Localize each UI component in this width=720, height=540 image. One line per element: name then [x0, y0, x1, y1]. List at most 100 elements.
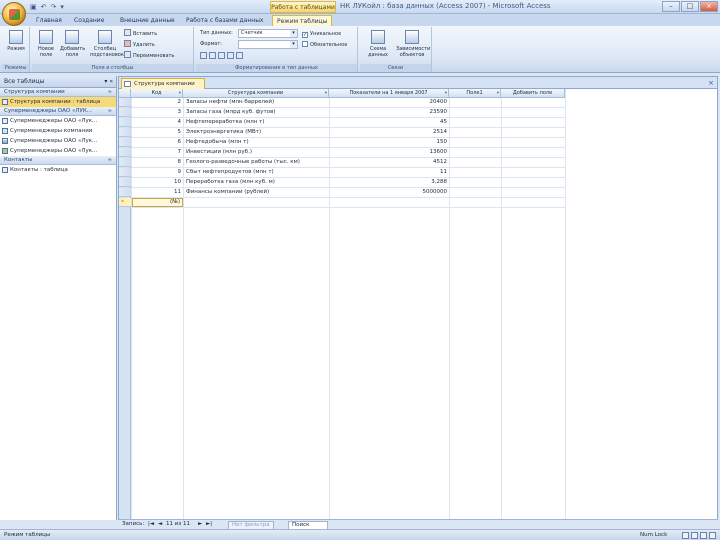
cell-indicator[interactable]: 2514 — [330, 128, 449, 137]
redo-icon[interactable]: ↷ — [51, 2, 57, 12]
tab-datasheet[interactable]: Режим таблицы — [272, 15, 333, 26]
lookup-column-button[interactable]: Столбец подстановок — [90, 29, 124, 63]
nav-item-structure-table[interactable]: Структура компании : таблица — [0, 97, 116, 107]
current-record-field[interactable]: 11 из 11 — [166, 520, 190, 529]
decrease-decimals-icon[interactable] — [236, 52, 243, 59]
cell-indicator[interactable]: 23590 — [330, 108, 449, 117]
cell-structure[interactable]: Электроэнергетика (МВт) — [184, 128, 329, 137]
save-icon[interactable]: ▣ — [30, 2, 37, 12]
cell-structure[interactable]: Запасы газа (млрд куб. футов) — [184, 108, 329, 117]
cell-structure[interactable]: Нефтепереработка (млн т) — [184, 118, 329, 127]
cell-structure[interactable]: Геолого-разведочные работы (тыс. км) — [184, 158, 329, 167]
last-record-button[interactable]: ►| — [206, 520, 212, 529]
cell-structure[interactable]: Нефтедобыча (млн т) — [184, 138, 329, 147]
column-header-id[interactable]: Код ▾ — [131, 89, 183, 98]
document-tab[interactable]: Структура компании — [121, 78, 205, 89]
pivot-table-view-icon[interactable] — [691, 532, 698, 539]
column-header-add-field[interactable]: Добавить поле — [501, 89, 565, 98]
column-header-field1[interactable]: Поле1 ▾ — [449, 89, 501, 98]
nav-section-contacts[interactable]: Контакты ≈ — [0, 156, 116, 165]
cell-field1[interactable] — [450, 158, 501, 167]
cell-field1[interactable] — [450, 148, 501, 157]
cell-structure[interactable]: Запасы нефти (млн баррелей) — [184, 98, 329, 107]
cell-indicator[interactable]: 150 — [330, 138, 449, 147]
nav-item-supermanagers-query[interactable]: Суперменеджеры компании — [0, 126, 116, 136]
delete-button[interactable]: Удалить — [124, 40, 155, 49]
record-selector[interactable] — [119, 178, 131, 187]
record-selector[interactable] — [119, 168, 131, 177]
pivot-chart-view-icon[interactable] — [700, 532, 707, 539]
cell-indicator[interactable]: 3,288 — [330, 178, 449, 187]
cell-id[interactable]: 3 — [132, 108, 183, 117]
cell-id[interactable]: 7 — [132, 148, 183, 157]
nav-section-supermanagers[interactable]: Суперменеджеры ОАО «ЛУК... ≈ — [0, 107, 116, 116]
cell-id[interactable]: 10 — [132, 178, 183, 187]
percent-format-icon[interactable] — [209, 52, 216, 59]
add-existing-fields-button[interactable]: Добавить поля — [60, 29, 85, 63]
cell-field1[interactable] — [450, 168, 501, 177]
cell-field1[interactable] — [450, 188, 501, 197]
cell-structure[interactable]: Переработка газа (млн куб. м) — [184, 178, 329, 187]
view-button[interactable]: Режим — [4, 29, 28, 63]
design-view-icon[interactable] — [709, 532, 716, 539]
new-record-id-cell[interactable]: (№) — [132, 198, 183, 207]
cell-indicator[interactable]: 4512 — [330, 158, 449, 167]
previous-record-button[interactable]: ◄ — [158, 520, 162, 529]
cell-id[interactable]: 8 — [132, 158, 183, 167]
cell-field1[interactable] — [450, 118, 501, 127]
data-type-combo[interactable]: Счетчик ▾ — [238, 29, 298, 38]
cell-field1[interactable] — [450, 178, 501, 187]
new-record-selector[interactable]: * — [119, 198, 131, 207]
record-selector[interactable] — [119, 108, 131, 117]
cell-id[interactable]: 6 — [132, 138, 183, 147]
cell-field1[interactable] — [450, 98, 501, 107]
nav-item-supermanagers-form[interactable]: Суперменеджеры ОАО «Лук... — [0, 136, 116, 146]
office-button[interactable] — [2, 2, 26, 26]
cell-field1[interactable] — [450, 128, 501, 137]
cell-indicator[interactable]: 20400 — [330, 98, 449, 107]
close-icon[interactable]: × — [700, 1, 718, 12]
record-selector[interactable] — [119, 98, 131, 107]
cell-field1[interactable] — [450, 138, 501, 147]
nav-item-supermanagers-report[interactable]: Суперменеджеры ОАО «Лук... — [0, 146, 116, 156]
first-record-button[interactable]: |◄ — [148, 520, 154, 529]
collapse-pane-icon[interactable]: « — [109, 78, 113, 85]
record-selector[interactable] — [119, 118, 131, 127]
record-selector[interactable] — [119, 188, 131, 197]
cell-id[interactable]: 4 — [132, 118, 183, 127]
cell-structure[interactable]: Инвестиции (млн руб.) — [184, 148, 329, 157]
rename-button[interactable]: Переименовать — [124, 51, 174, 60]
relationships-button[interactable]: Схема данных — [364, 29, 392, 63]
cell-structure[interactable]: Финансы компании (рублей) — [184, 188, 329, 197]
cell-structure[interactable]: Сбыт нефтепродуктов (млн т) — [184, 168, 329, 177]
column-header-structure[interactable]: Структура компании ▾ — [183, 89, 329, 98]
cell-id[interactable]: 5 — [132, 128, 183, 137]
record-selector[interactable] — [119, 158, 131, 167]
thousands-format-icon[interactable] — [218, 52, 225, 59]
record-selector[interactable] — [119, 128, 131, 137]
minimize-icon[interactable]: – — [662, 1, 680, 12]
datasheet-view-icon[interactable] — [682, 532, 689, 539]
cell-id[interactable]: 11 — [132, 188, 183, 197]
currency-format-icon[interactable] — [200, 52, 207, 59]
nav-header[interactable]: Все таблицы ▾ « — [0, 76, 116, 88]
nav-item-supermanagers-table[interactable]: Суперменеджеры ОАО «Лук... — [0, 116, 116, 126]
maximize-icon[interactable]: □ — [681, 1, 699, 12]
unique-checkbox[interactable]: ✓ Уникальное — [302, 30, 341, 38]
tab-external-data[interactable]: Внешние данные — [116, 15, 179, 26]
customize-qat-icon[interactable]: ▾ — [60, 2, 64, 12]
next-record-button[interactable]: ► — [198, 520, 202, 529]
cell-id[interactable]: 9 — [132, 168, 183, 177]
tab-database-tools[interactable]: Работа с базами данных — [182, 15, 268, 26]
cell-indicator[interactable]: 45 — [330, 118, 449, 127]
increase-decimals-icon[interactable] — [227, 52, 234, 59]
insert-button[interactable]: Вставить — [124, 29, 157, 38]
cell-indicator[interactable]: 11 — [330, 168, 449, 177]
cell-id[interactable]: 2 — [132, 98, 183, 107]
select-all-cell[interactable] — [119, 89, 131, 98]
nav-section-structure[interactable]: Структура компании ≈ — [0, 88, 116, 97]
record-selector[interactable] — [119, 138, 131, 147]
required-checkbox[interactable]: Обязательное — [302, 41, 347, 49]
cell-indicator[interactable]: 13600 — [330, 148, 449, 157]
format-combo[interactable]: ▾ — [238, 40, 298, 49]
